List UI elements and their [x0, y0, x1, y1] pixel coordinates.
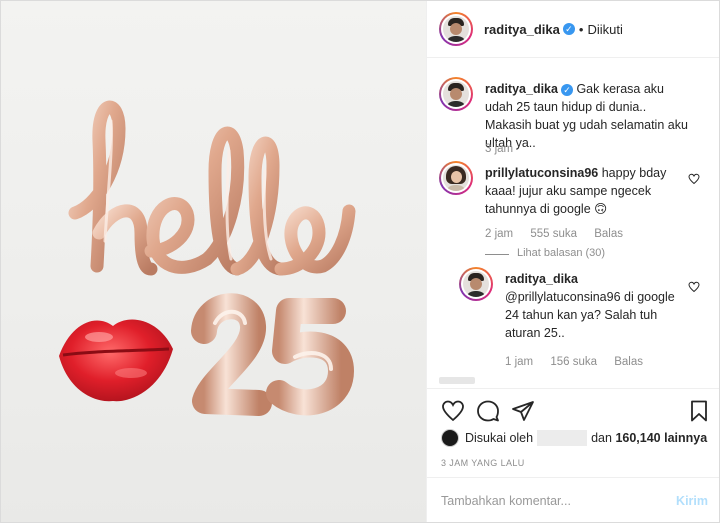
post-photo[interactable] — [1, 1, 426, 522]
partially-hidden-comment — [439, 377, 475, 384]
comment-bubble-icon[interactable] — [476, 399, 500, 423]
comment-time[interactable]: 1 jam — [505, 356, 533, 368]
comment-time[interactable]: 3 jam — [485, 143, 513, 155]
likes-count[interactable]: 160,140 lainnya — [615, 431, 707, 445]
follow-status-button[interactable]: Diikuti — [587, 22, 622, 37]
comment-meta: 3 jam — [485, 143, 527, 155]
comment-box: Kirim — [427, 477, 719, 522]
liker-avatar[interactable] — [441, 429, 459, 447]
balloon-illustration — [59, 100, 356, 416]
share-send-icon[interactable] — [511, 399, 535, 423]
verified-badge-icon: ✓ — [560, 83, 573, 96]
lips-balloon — [59, 319, 173, 402]
verified-badge-icon: ✓ — [562, 23, 575, 35]
bookmark-icon[interactable] — [687, 399, 711, 423]
add-comment-input[interactable] — [441, 494, 677, 508]
comment-meta: 2 jam 555 suka Balas — [485, 228, 637, 240]
reply-button[interactable]: Balas — [594, 228, 623, 240]
comment-meta: 1 jam 156 suka Balas — [505, 356, 657, 368]
comment-username[interactable]: raditya_dika — [505, 272, 578, 286]
comment-time[interactable]: 2 jam — [485, 228, 513, 240]
comment-text: raditya_dika ✓ Gak kerasa aku udah 25 tau… — [485, 80, 690, 152]
post-header: raditya_dika ✓ • Diikuti — [427, 1, 719, 58]
comment-text: prillylatuconsina96 happy bday kaaa! juj… — [485, 164, 690, 218]
author-avatar[interactable] — [439, 12, 473, 46]
comment-username[interactable]: raditya_dika — [485, 82, 558, 96]
reply-button[interactable]: Balas — [614, 356, 643, 368]
post-timestamp[interactable]: 3 JAM YANG LALU — [441, 458, 525, 468]
comment-likes[interactable]: 555 suka — [530, 228, 577, 240]
view-replies-button[interactable]: Lihat balasan (30) — [517, 247, 605, 259]
commenter-avatar[interactable] — [459, 267, 493, 301]
separator-dot: • — [578, 21, 584, 37]
like-heart-icon[interactable] — [441, 399, 465, 423]
likes-prefix: Disukai oleh — [465, 431, 534, 445]
like-comment-heart-icon[interactable] — [688, 173, 700, 185]
comment-likes[interactable]: 156 suka — [550, 356, 597, 368]
commenter-avatar[interactable] — [439, 161, 473, 195]
likes-middle: dan — [591, 431, 612, 445]
comment-text: raditya_dika @prillylatuconsina96 di goo… — [505, 270, 685, 342]
comment-username[interactable]: prillylatuconsina96 — [485, 166, 598, 180]
post-comment-button[interactable]: Kirim — [676, 494, 708, 508]
action-bar — [427, 388, 719, 434]
reply-divider — [485, 254, 509, 255]
liker-name-blurred[interactable] — [537, 430, 588, 446]
likes-summary: Disukai oleh dan 160,140 lainnya — [441, 429, 707, 447]
author-username[interactable]: raditya_dika — [484, 22, 560, 37]
post-side-panel: raditya_dika ✓ • Diikuti raditya_dika ✓ G… — [426, 1, 719, 522]
comment-list[interactable]: raditya_dika ✓ Gak kerasa aku udah 25 tau… — [427, 59, 719, 387]
post-frame: raditya_dika ✓ • Diikuti raditya_dika ✓ G… — [0, 0, 720, 523]
comment-body: @prillylatuconsina96 di google 24 tahun … — [505, 290, 675, 340]
commenter-avatar[interactable] — [439, 77, 473, 111]
like-comment-heart-icon[interactable] — [688, 281, 700, 293]
